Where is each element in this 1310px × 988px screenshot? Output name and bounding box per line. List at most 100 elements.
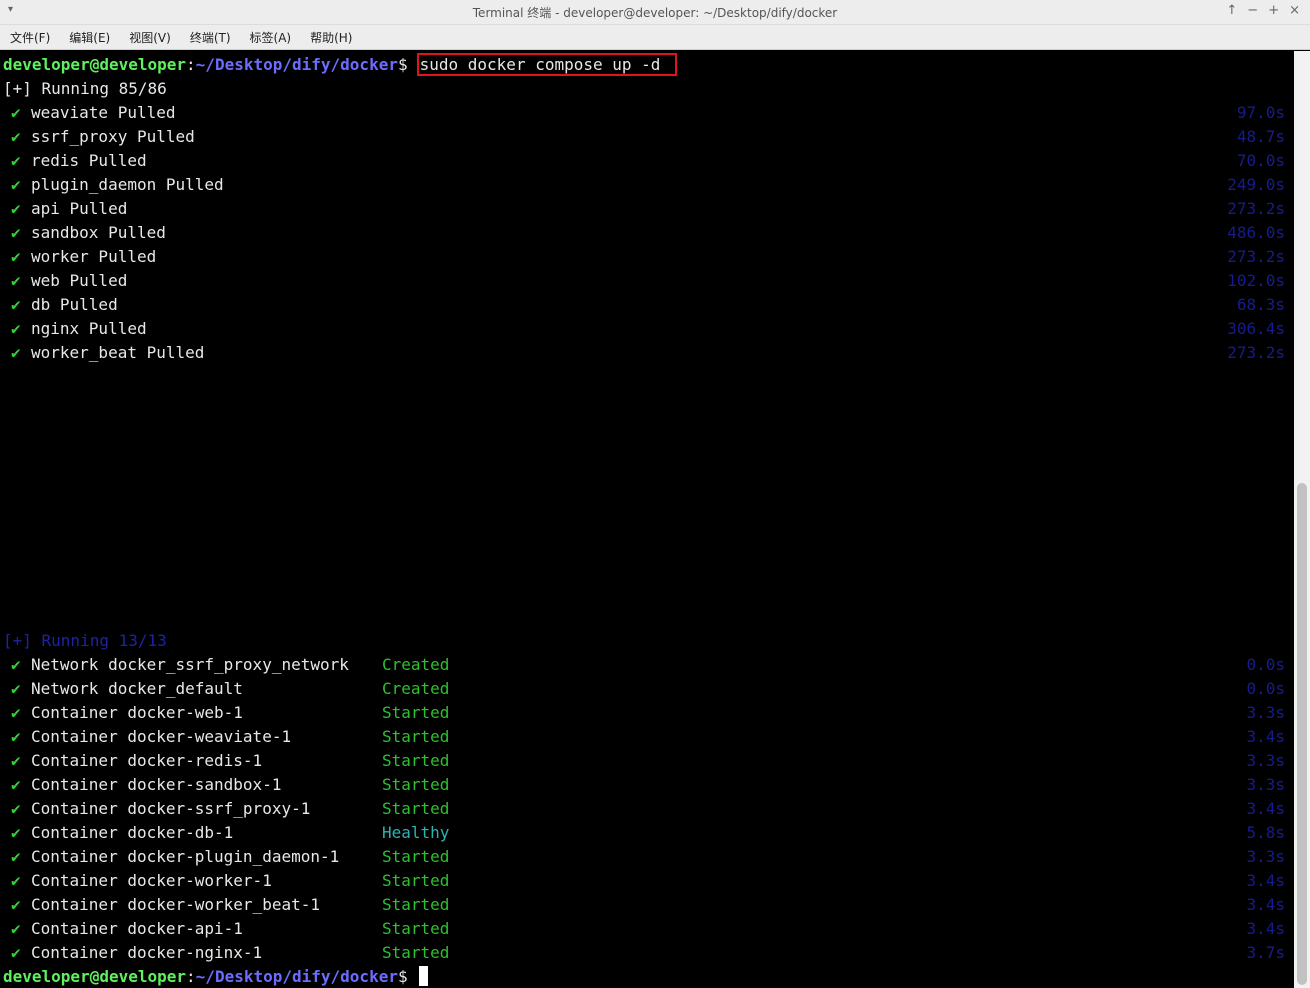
pull-item: ✔ redis Pulled 70.0s xyxy=(3,149,1285,173)
pull-item-text: api Pulled xyxy=(31,199,128,218)
check-icon: ✔ xyxy=(11,871,21,890)
start-item-text: Container docker-sandbox-1 xyxy=(31,775,282,794)
start-item: ✔ Container docker-worker_beat-1 Started 3.… xyxy=(3,893,1285,917)
terminal-output[interactable]: developer@developer:~/Desktop/dify/docke… xyxy=(0,51,1294,988)
check-icon: ✔ xyxy=(11,895,21,914)
elapsed-time: 486.0s xyxy=(1227,223,1285,242)
elapsed-time: 3.3s xyxy=(1246,775,1285,794)
menu-edit[interactable]: 编辑(E) xyxy=(59,25,119,49)
final-prompt-line: developer@developer:~/Desktop/dify/docke… xyxy=(3,965,1285,988)
elapsed-time: 3.4s xyxy=(1246,919,1285,938)
menu-tabs[interactable]: 标签(A) xyxy=(240,25,301,49)
elapsed-time: 97.0s xyxy=(1236,103,1285,122)
start-item: ✔ Network docker_ssrf_proxy_network Create… xyxy=(3,653,1285,677)
status-label: Created xyxy=(382,655,450,674)
pull-item-text: nginx Pulled xyxy=(31,319,147,338)
status-label: Started xyxy=(382,727,450,746)
pull-item: ✔ api Pulled 273.2s xyxy=(3,197,1285,221)
elapsed-time: 273.2s xyxy=(1227,343,1285,362)
pull-item: ✔ db Pulled 68.3s xyxy=(3,293,1285,317)
start-item-text: Container docker-db-1 xyxy=(31,823,234,842)
check-icon: ✔ xyxy=(11,679,21,698)
check-icon: ✔ xyxy=(11,751,21,770)
pull-item: ✔ plugin_daemon Pulled 249.0s xyxy=(3,173,1285,197)
status-label: Created xyxy=(382,679,450,698)
prompt-path: ~/Desktop/dify/docker xyxy=(195,967,398,986)
pull-item-text: web Pulled xyxy=(31,271,128,290)
pull-item: ✔ web Pulled 102.0s xyxy=(3,269,1285,293)
terminal-scrollbar[interactable] xyxy=(1294,51,1310,988)
window-titlebar: ▾ Terminal 终端 - developer@developer: ~/D… xyxy=(0,0,1310,25)
prompt-symbol: $ xyxy=(397,967,408,986)
status-label: Started xyxy=(382,847,450,866)
check-icon: ✔ xyxy=(11,727,21,746)
start-item: ✔ Container docker-redis-1 Started 3.3s xyxy=(3,749,1285,773)
scroll-up-icon[interactable]: ↑ xyxy=(1226,3,1237,18)
elapsed-time: 273.2s xyxy=(1227,199,1285,218)
menu-help[interactable]: 帮助(H) xyxy=(300,25,361,49)
check-icon: ✔ xyxy=(11,799,21,818)
start-item-text: Container docker-plugin_daemon-1 xyxy=(31,847,340,866)
pull-item: ✔ weaviate Pulled 97.0s xyxy=(3,101,1285,125)
prompt-separator: : xyxy=(186,55,196,74)
elapsed-time: 48.7s xyxy=(1236,127,1285,146)
close-icon[interactable]: × xyxy=(1289,3,1300,18)
start-item-text: Network docker_default xyxy=(31,679,243,698)
start-item: ✔ Network docker_default Created 0.0s xyxy=(3,677,1285,701)
start-item: ✔ Container docker-sandbox-1 Started 3.3s xyxy=(3,773,1285,797)
start-item-text: Container docker-ssrf_proxy-1 xyxy=(31,799,311,818)
elapsed-time: 273.2s xyxy=(1227,247,1285,266)
minimize-icon[interactable]: − xyxy=(1247,3,1258,18)
start-item: ✔ Container docker-api-1 Started 3.4s xyxy=(3,917,1285,941)
elapsed-time: 3.4s xyxy=(1246,871,1285,890)
status-label: Started xyxy=(382,919,450,938)
check-icon: ✔ xyxy=(11,199,21,218)
pull-item: ✔ ssrf_proxy Pulled 48.7s xyxy=(3,125,1285,149)
check-icon: ✔ xyxy=(11,223,21,242)
menu-view[interactable]: 视图(V) xyxy=(119,25,180,49)
start-item-text: Container docker-weaviate-1 xyxy=(31,727,292,746)
pull-item-text: sandbox Pulled xyxy=(31,223,166,242)
menu-file[interactable]: 文件(F) xyxy=(0,25,59,49)
menu-terminal[interactable]: 终端(T) xyxy=(180,25,240,49)
elapsed-time: 3.7s xyxy=(1246,943,1285,962)
elapsed-time: 3.3s xyxy=(1246,703,1285,722)
elapsed-time: 249.0s xyxy=(1227,175,1285,194)
elapsed-time: 3.3s xyxy=(1246,847,1285,866)
check-icon: ✔ xyxy=(11,655,21,674)
pull-item: ✔ worker_beat Pulled 273.2s xyxy=(3,341,1285,365)
elapsed-time: 306.4s xyxy=(1227,319,1285,338)
pull-item-text: ssrf_proxy Pulled xyxy=(31,127,195,146)
start-item-text: Container docker-web-1 xyxy=(31,703,243,722)
start-item-text: Container docker-redis-1 xyxy=(31,751,263,770)
check-icon: ✔ xyxy=(11,127,21,146)
elapsed-time: 3.4s xyxy=(1246,799,1285,818)
check-icon: ✔ xyxy=(11,271,21,290)
pull-item-text: worker_beat Pulled xyxy=(31,343,205,362)
pull-item-text: redis Pulled xyxy=(31,151,147,170)
elapsed-time: 3.4s xyxy=(1246,895,1285,914)
maximize-icon[interactable]: + xyxy=(1268,3,1279,18)
start-item: ✔ Container docker-weaviate-1 Started 3.4s xyxy=(3,725,1285,749)
pull-item-text: plugin_daemon Pulled xyxy=(31,175,224,194)
check-icon: ✔ xyxy=(11,343,21,362)
status-label: Started xyxy=(382,751,450,770)
status-label: Started xyxy=(382,799,450,818)
check-icon: ✔ xyxy=(11,175,21,194)
check-icon: ✔ xyxy=(11,295,21,314)
menubar: 文件(F) 编辑(E) 视图(V) 终端(T) 标签(A) 帮助(H) xyxy=(0,25,1310,50)
check-icon: ✔ xyxy=(11,103,21,122)
pull-item: ✔ nginx Pulled 306.4s xyxy=(3,317,1285,341)
start-item: ✔ Container docker-web-1 Started 3.3s xyxy=(3,701,1285,725)
elapsed-time: 0.0s xyxy=(1246,679,1285,698)
elapsed-time: 0.0s xyxy=(1246,655,1285,674)
start-item-text: Network docker_ssrf_proxy_network xyxy=(31,655,349,674)
text-cursor xyxy=(418,966,428,986)
scrollbar-thumb[interactable] xyxy=(1297,483,1307,985)
elapsed-time: 5.8s xyxy=(1246,823,1285,842)
check-icon: ✔ xyxy=(11,943,21,962)
start-item: ✔ Container docker-worker-1 Started 3.4s xyxy=(3,869,1285,893)
status-label: Started xyxy=(382,895,450,914)
start-item: ✔ Container docker-db-1 Healthy 5.8s xyxy=(3,821,1285,845)
command-highlight: sudo docker compose up -d xyxy=(416,53,678,76)
